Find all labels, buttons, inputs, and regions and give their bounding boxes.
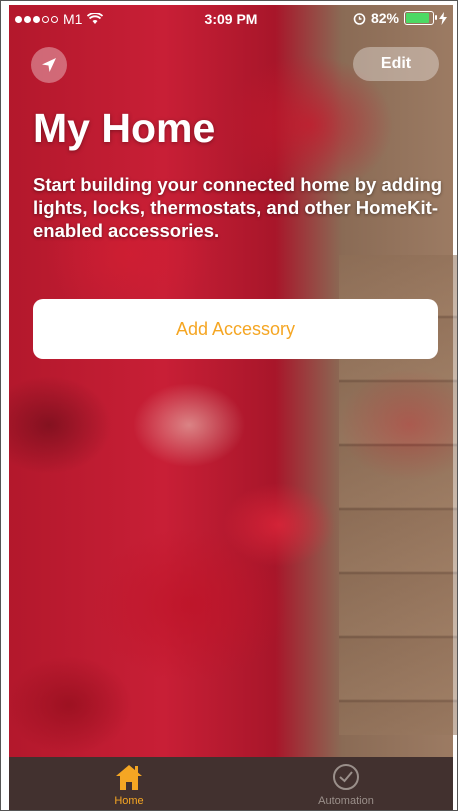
- page-title: My Home: [33, 105, 216, 151]
- tab-automation-label: Automation: [318, 795, 374, 807]
- battery-percent: 82%: [370, 10, 399, 26]
- battery-icon: [404, 11, 437, 25]
- location-arrow-icon: [42, 58, 56, 72]
- tab-home[interactable]: Home: [84, 763, 174, 807]
- alarm-icon: [353, 12, 366, 25]
- location-button[interactable]: [31, 47, 67, 83]
- status-bar: M1 3:09 PM 82%: [9, 7, 453, 31]
- tab-bar: Home Automation: [9, 757, 453, 810]
- add-accessory-button[interactable]: Add Accessory: [33, 299, 438, 359]
- house-icon: [116, 765, 142, 790]
- edit-button[interactable]: Edit: [353, 47, 439, 81]
- status-right: 82%: [353, 10, 447, 26]
- charging-bolt-icon: [439, 11, 447, 25]
- phone-screen: M1 3:09 PM 82% Edit My Home Start buildi…: [0, 0, 458, 811]
- tab-home-label: Home: [114, 795, 144, 807]
- tab-automation[interactable]: Automation: [301, 763, 391, 807]
- battery-fill: [406, 13, 429, 23]
- clock-icon: [333, 764, 359, 790]
- page-description: Start building your connected home by ad…: [33, 174, 443, 241]
